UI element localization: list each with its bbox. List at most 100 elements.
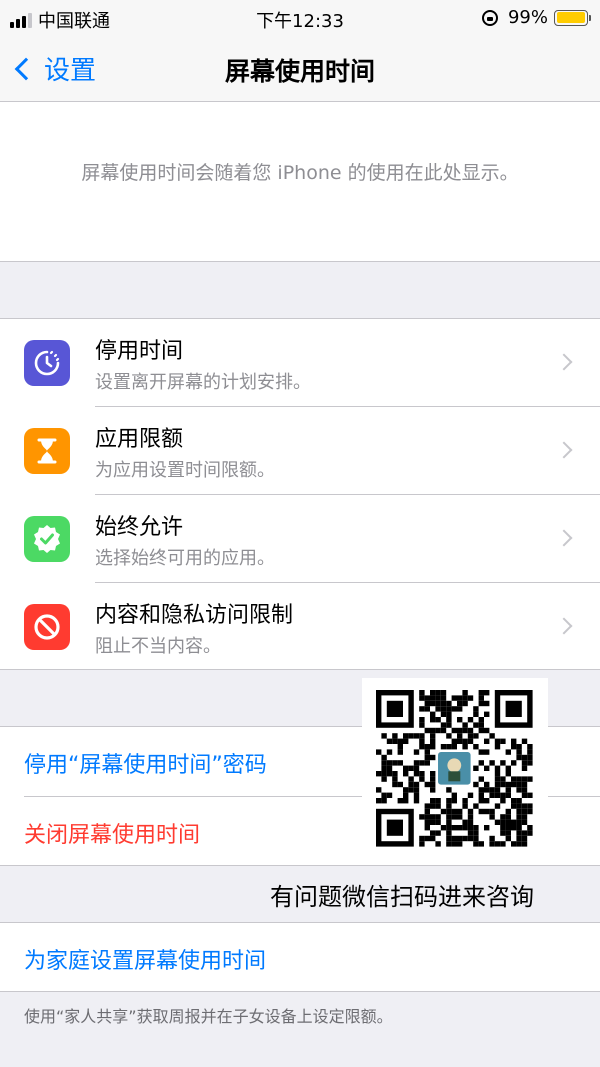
qr-module <box>511 825 517 831</box>
qr-module <box>500 781 506 788</box>
qr-module <box>397 798 403 804</box>
qr-module <box>446 798 452 804</box>
qr-module <box>505 792 511 798</box>
qr-module <box>462 690 468 696</box>
qr-module <box>457 825 463 831</box>
qr-module <box>430 695 436 701</box>
qr-module <box>494 776 501 782</box>
qr-finder-center <box>505 700 522 717</box>
qr-module <box>467 717 474 723</box>
qr-module <box>500 814 506 820</box>
qr-module <box>403 771 409 777</box>
qr-module <box>430 717 436 723</box>
qr-module <box>419 690 425 696</box>
qr-module <box>430 776 436 782</box>
qr-module <box>440 808 447 815</box>
no-entry-icon <box>24 604 70 650</box>
qr-module <box>386 749 393 755</box>
qr-module <box>484 825 490 831</box>
checkmark-badge-icon <box>24 516 70 562</box>
qr-module <box>484 765 490 771</box>
feature-row-always-allowed[interactable]: 始终允许 选择始终可用的应用。 <box>0 495 600 583</box>
qr-module <box>381 733 387 739</box>
qr-module <box>511 738 517 744</box>
qr-module <box>403 798 409 804</box>
qr-module <box>462 744 468 750</box>
qr-module <box>516 776 522 782</box>
qr-module <box>467 830 474 836</box>
qr-module <box>505 781 511 788</box>
qr-module <box>446 803 452 809</box>
qr-module <box>521 819 528 825</box>
qr-module <box>516 798 522 804</box>
qr-module <box>392 776 398 782</box>
qr-module <box>403 733 409 739</box>
qr-module <box>473 803 479 809</box>
qr-module <box>413 733 420 739</box>
qr-module <box>511 760 517 766</box>
qr-module <box>403 792 409 798</box>
family-setup-button[interactable]: 为家庭设置屏幕使用时间 <box>0 923 600 993</box>
qr-module <box>527 808 533 815</box>
feature-title: 应用限额 <box>95 427 184 452</box>
qr-module <box>489 787 495 793</box>
status-right: 99% <box>481 7 591 28</box>
qr-module <box>500 776 506 782</box>
qr-module <box>473 835 479 842</box>
qr-module <box>494 781 501 788</box>
qr-module <box>500 738 506 744</box>
qr-module <box>500 819 506 825</box>
qr-module <box>478 798 484 804</box>
qr-module <box>462 722 468 728</box>
qr-module <box>451 706 457 712</box>
qr-module <box>521 841 528 847</box>
qr-module <box>424 781 430 788</box>
qr-module <box>446 733 452 739</box>
qr-module <box>397 744 403 750</box>
qr-module <box>424 825 430 831</box>
qr-module <box>457 695 463 701</box>
feature-row-downtime[interactable]: 停用时间 设置离开屏幕的计划安排。 <box>0 319 600 407</box>
qr-module <box>473 722 479 728</box>
qr-module <box>467 835 474 842</box>
qr-module <box>381 776 387 782</box>
qr-module <box>397 781 403 788</box>
qr-module <box>381 798 387 804</box>
qr-center-figure <box>447 758 462 773</box>
qr-module <box>467 733 474 739</box>
qr-module <box>478 787 484 793</box>
qr-module <box>521 808 528 815</box>
qr-module <box>521 754 528 761</box>
qr-module <box>489 760 495 766</box>
qr-module <box>489 835 495 842</box>
qr-module <box>440 711 447 717</box>
qr-module <box>484 808 490 815</box>
qr-module <box>478 722 484 728</box>
qr-module <box>489 792 495 798</box>
qr-module <box>419 814 425 820</box>
qr-module <box>494 841 501 847</box>
qr-module <box>413 792 420 798</box>
qr-module <box>451 808 457 815</box>
qr-module <box>457 808 463 815</box>
feature-row-content-privacy[interactable]: 内容和隐私访问限制 阻止不当内容。 <box>0 583 600 671</box>
chevron-right-icon <box>555 617 573 635</box>
qr-module <box>424 754 430 761</box>
qr-module <box>462 695 468 701</box>
qr-module <box>457 700 463 707</box>
qr-module <box>435 830 441 836</box>
qr-module <box>511 841 517 847</box>
qr-module <box>435 727 441 734</box>
qr-module <box>527 749 533 755</box>
qr-module <box>457 841 463 847</box>
qr-module <box>489 733 495 739</box>
qr-module <box>494 765 501 771</box>
qr-module <box>376 787 382 793</box>
qr-module <box>435 798 441 804</box>
qr-module <box>527 776 533 782</box>
qr-module <box>430 798 436 804</box>
qr-module <box>430 835 436 842</box>
qr-module <box>527 744 533 750</box>
feature-row-app-limits[interactable]: 应用限额 为应用设置时间限额。 <box>0 407 600 495</box>
qr-module <box>446 819 452 825</box>
